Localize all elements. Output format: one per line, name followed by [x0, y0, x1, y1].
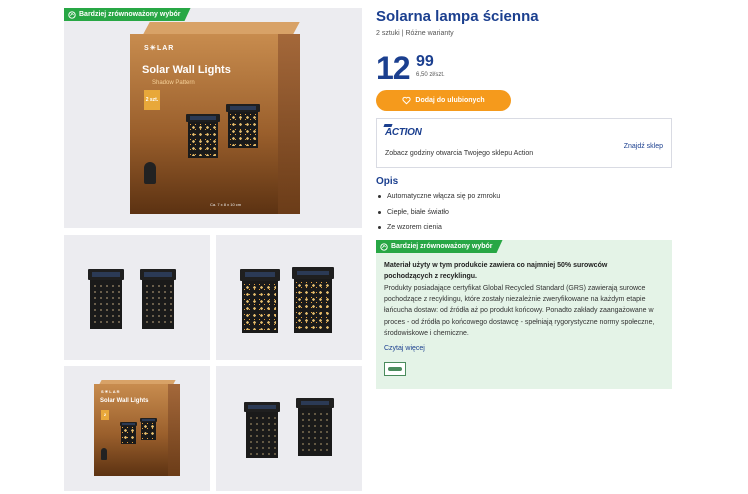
box-tag: 2 — [101, 410, 109, 420]
action-logo: ACTION — [385, 127, 422, 138]
read-more-link[interactable]: Czytaj więcej — [384, 345, 425, 352]
list-item: Ciepłe, białe światło — [376, 208, 500, 224]
store-hours-text: Zobacz godziny otwarcia Twojego sklepu A… — [385, 150, 534, 157]
lamp-image — [140, 418, 157, 440]
lamp-image — [296, 398, 334, 456]
add-to-favorites-label: Dodaj do ulubionych — [415, 97, 485, 104]
lamp-image — [226, 104, 260, 148]
box-side — [168, 384, 180, 476]
thumbnail-2[interactable] — [216, 235, 362, 360]
list-item: Ze wzorem cienia — [376, 223, 500, 239]
box-title: Solar Wall Lights — [142, 64, 231, 76]
product-box: S☀LAR Solar Wall Lights Shadow Pattern 2… — [130, 34, 278, 214]
sustainable-badge-label: Bardziej zrównoważony wybór — [391, 243, 493, 250]
leaf-icon — [380, 243, 388, 251]
box-dims: Ca. 7 x 8 x 10 cm — [210, 202, 242, 207]
description-list: Automatyczne włącza się po zmroku Ciepłe… — [376, 192, 500, 239]
box-brand: S☀LAR — [101, 389, 121, 394]
box-subtitle: Shadow Pattern — [152, 80, 195, 86]
add-to-favorites-button[interactable]: Dodaj do ulubionych — [376, 90, 511, 111]
sustainable-badge-label: Bardziej zrównoważony wybór — [79, 11, 181, 18]
main-product-image[interactable]: S☀LAR Solar Wall Lights Shadow Pattern 2… — [64, 8, 362, 228]
box-side — [278, 34, 300, 214]
box-tag: 2 szt. — [144, 90, 160, 110]
led-icon — [101, 448, 107, 460]
sustainability-body: Produkty posiadające certyfikat Global R… — [384, 285, 655, 337]
find-store-link[interactable]: Znajdź sklep — [624, 143, 663, 150]
store-card: ACTION Zobacz godziny otwarcia Twojego s… — [376, 118, 672, 168]
sustainable-badge: Bardziej zrównoważony wybór — [376, 240, 503, 253]
price-integer: 12 — [376, 50, 411, 86]
lamp-image — [292, 267, 334, 333]
description-heading: Opis — [376, 176, 399, 187]
leaf-icon — [68, 11, 76, 19]
lamp-image — [140, 269, 176, 329]
box-title: Solar Wall Lights — [100, 398, 149, 404]
price-decimal: 99 — [416, 53, 434, 70]
thumbnail-3[interactable]: S☀LAR Solar Wall Lights 2 — [64, 366, 210, 491]
product-variants: 2 sztuki | Różne warianty — [376, 30, 454, 37]
sustainable-badge: Bardziej zrównoważony wybór — [64, 8, 191, 21]
led-icon — [144, 162, 156, 184]
lamp-image — [240, 269, 280, 333]
sustainability-headline: Materiał użyty w tym produkcie zawiera c… — [384, 262, 608, 280]
sustainability-box: Bardziej zrównoważony wybór Materiał uży… — [376, 240, 672, 389]
heart-icon — [402, 96, 411, 105]
product-box: S☀LAR Solar Wall Lights 2 — [94, 384, 168, 476]
list-item: Automatyczne włącza się po zmroku — [376, 192, 500, 208]
lamp-image — [88, 269, 124, 329]
grs-logo — [384, 362, 406, 376]
product-title: Solarna lampa ścienna — [376, 8, 539, 25]
lamp-image — [186, 114, 220, 158]
lamp-image — [244, 402, 280, 458]
unit-price: 6,50 zł/szt. — [416, 72, 445, 78]
box-brand: S☀LAR — [144, 45, 175, 52]
lamp-image — [120, 422, 137, 444]
thumbnail-1[interactable] — [64, 235, 210, 360]
thumbnail-4[interactable] — [216, 366, 362, 491]
